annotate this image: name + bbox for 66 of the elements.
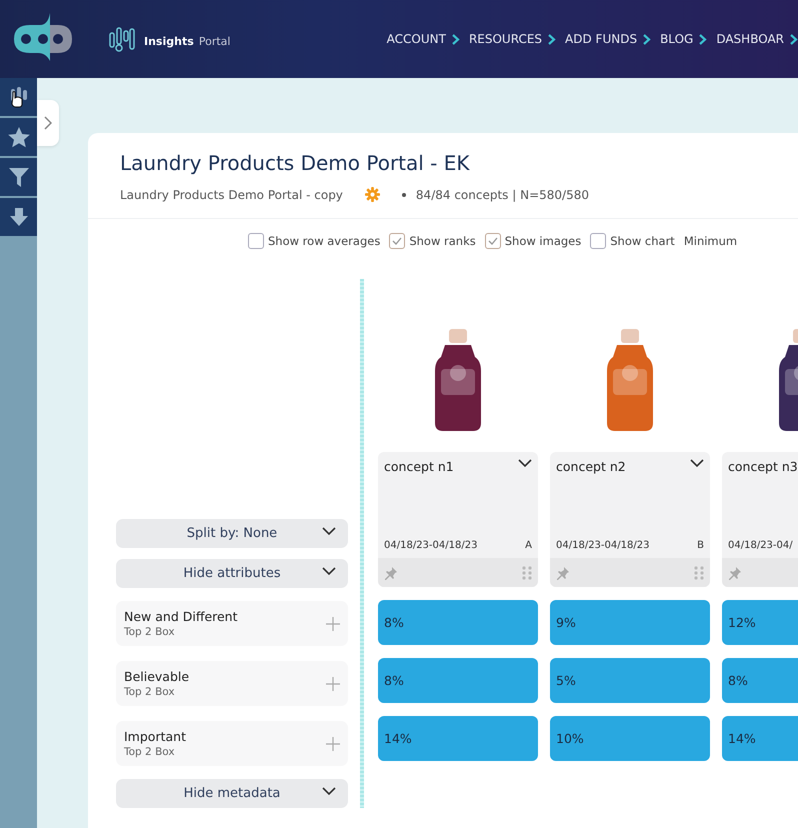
attribute-name: Believable (124, 669, 190, 684)
nav-link[interactable]: DASHBOAR (716, 32, 798, 46)
score-value: 12% (728, 615, 756, 630)
page-title: Laundry Products Demo Portal - EK (120, 151, 471, 175)
concept-rank: A (525, 540, 532, 551)
drag-handle-icon[interactable] (522, 566, 532, 580)
chevron-right-icon (790, 34, 798, 44)
minimum-label: Minimum (684, 233, 738, 249)
caret-icon (322, 527, 336, 536)
score-value: 5% (556, 673, 576, 688)
split-by-dropdown[interactable]: Split by: None (116, 519, 348, 548)
concept-stats: 84/84 concepts | N=580/580 (416, 188, 589, 202)
concept-date: 04/18/23-04/ (728, 540, 793, 551)
attribute-metric: Top 2 Box (124, 626, 176, 638)
option-checkbox[interactable]: Show ranks (389, 233, 476, 249)
hand-cursor-icon[interactable] (0, 78, 37, 116)
concept-rank: B (697, 540, 704, 551)
nav-link[interactable]: ACCOUNT (386, 32, 460, 46)
option-checkbox[interactable]: Show row averages (248, 233, 380, 249)
attribute-name: New and Different (124, 609, 239, 624)
option-checkbox[interactable]: Show chart (590, 233, 675, 249)
hide-metadata-button[interactable]: Hide metadata (116, 779, 348, 808)
nav-link[interactable]: BLOG (660, 32, 708, 46)
chevron-right-icon (548, 34, 556, 44)
checkmark-icon (488, 237, 498, 245)
plus-icon[interactable] (326, 676, 340, 690)
nav-link[interactable]: ADD FUNDS (565, 32, 652, 46)
concept-date: 04/18/23-04/18/23 (556, 540, 650, 551)
plus-icon[interactable] (326, 736, 340, 750)
portal-subtitle: Laundry Products Demo Portal - copy (120, 188, 343, 202)
brand-name: Insights (144, 34, 194, 48)
chevron-right-icon (452, 34, 460, 44)
score-value: 8% (384, 615, 404, 630)
caret-icon (322, 787, 336, 796)
hide-attributes-button[interactable]: Hide attributes (116, 559, 348, 588)
score-value: 14% (384, 731, 412, 746)
settings-icon[interactable] (364, 187, 380, 202)
caret-icon (322, 567, 336, 576)
score-value: 14% (728, 731, 756, 746)
filter-icon[interactable] (0, 158, 37, 196)
attribute-metric: Top 2 Box (124, 746, 176, 758)
plus-icon[interactable] (326, 616, 340, 630)
score-value: 8% (384, 673, 404, 688)
checkmark-icon (392, 237, 402, 245)
score-value: 10% (556, 731, 584, 746)
concept-date: 04/18/23-04/18/23 (384, 540, 478, 551)
caret-icon (690, 459, 704, 468)
chevron-right-icon (44, 116, 52, 130)
attribute-metric: Top 2 Box (124, 686, 176, 698)
drag-handle-icon[interactable] (694, 566, 704, 580)
chart-logo-icon (108, 25, 136, 53)
concept-name: concept n1 (384, 459, 454, 474)
caret-icon (518, 459, 532, 468)
pin-icon[interactable] (556, 566, 570, 580)
pin-icon[interactable] (384, 566, 398, 580)
attribute-name: Important (124, 729, 187, 744)
concept-name: concept n2 (556, 459, 626, 474)
concept-name: concept n3 (728, 459, 798, 474)
score-value: 8% (728, 673, 748, 688)
chevron-right-icon (643, 34, 652, 44)
score-value: 9% (556, 615, 576, 630)
pin-icon[interactable] (728, 566, 742, 580)
brand-suffix: Portal (198, 34, 230, 48)
option-checkbox[interactable]: Show images (484, 233, 582, 249)
nav-link[interactable]: RESOURCES (468, 32, 556, 46)
chevron-right-icon (699, 34, 708, 44)
